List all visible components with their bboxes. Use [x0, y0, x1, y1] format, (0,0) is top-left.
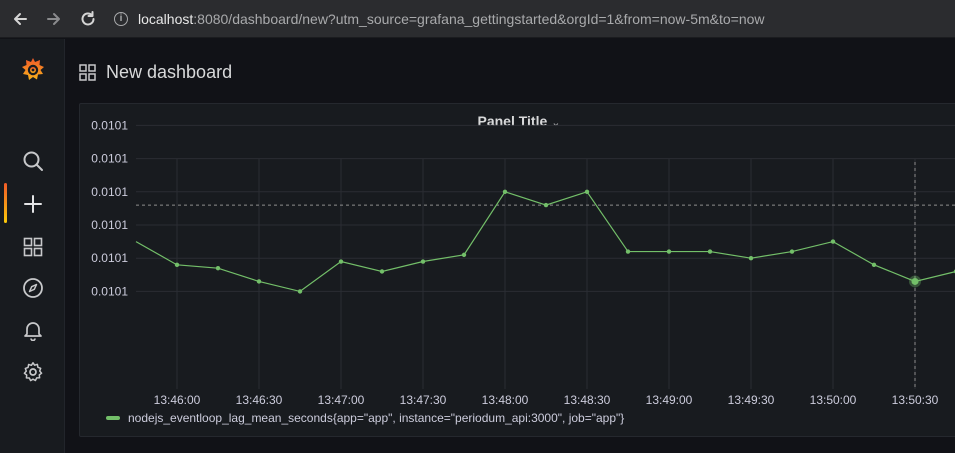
data-point [461, 252, 467, 258]
data-point [789, 249, 795, 254]
chart-area[interactable]: 0.0101 0.0101 0.0101 0.0101 0.0101 0.0101 13:4… [80, 104, 955, 404]
sidebar-item-configuration[interactable] [0, 352, 65, 392]
y-tick-label: 0.0101 [91, 218, 128, 232]
data-point [748, 256, 754, 261]
legend[interactable]: nodejs_eventloop_lag_mean_seconds{app="a… [106, 411, 624, 425]
page-title[interactable]: New dashboard [106, 62, 232, 83]
x-tick-label: 13:49:00 [646, 393, 693, 404]
legend-series-name: nodejs_eventloop_lag_mean_seconds{app="a… [128, 411, 625, 425]
sidebar-item-alerting[interactable] [0, 310, 65, 350]
x-tick-label: 13:50:00 [810, 393, 857, 404]
sidebar [0, 39, 65, 453]
info-icon[interactable]: i [114, 11, 128, 26]
data-point [420, 259, 426, 264]
grafana-logo[interactable] [0, 50, 65, 90]
forward-button[interactable] [40, 5, 68, 33]
reload-button[interactable] [74, 5, 102, 33]
data-point [338, 259, 344, 264]
sidebar-item-explore[interactable] [0, 268, 65, 308]
data-point [707, 249, 713, 254]
plus-icon [23, 195, 42, 213]
gear-icon [23, 362, 42, 382]
graph-panel: Panel Title ⌄ 0.0101 0.0101 0.0101 0.0101 0.0… [79, 103, 955, 437]
y-tick-label: 0.0101 [91, 251, 128, 265]
arrow-right-icon [47, 12, 60, 25]
x-tick-label: 13:46:30 [236, 393, 283, 404]
x-tick-label: 13:46:00 [154, 393, 201, 404]
url-host: localhost [138, 10, 194, 27]
sidebar-item-dashboards[interactable] [0, 227, 65, 267]
data-point [543, 202, 549, 208]
arrow-left-icon [14, 12, 27, 25]
dashboard-grid-icon [79, 63, 96, 81]
compass-icon [22, 278, 43, 298]
bell-icon [23, 322, 42, 341]
data-point [502, 189, 508, 194]
dashboard-header: New dashboard [79, 58, 232, 86]
address-bar[interactable]: i localhost:8080/dashboard/new?utm_sourc… [114, 0, 765, 38]
data-point [666, 249, 672, 254]
url-path: :8080/dashboard/new?utm_source=grafana_g… [193, 10, 765, 27]
data-point [584, 189, 590, 194]
grafana-logo-icon [21, 58, 44, 80]
x-tick-label: 13:47:30 [400, 393, 447, 404]
data-point [297, 289, 303, 294]
grid-icon [23, 237, 42, 257]
y-tick-label: 0.0101 [91, 185, 128, 199]
legend-swatch [106, 416, 120, 420]
y-tick-label: 0.0101 [91, 152, 128, 166]
browser-toolbar: i localhost:8080/dashboard/new?utm_sourc… [0, 0, 955, 38]
reload-icon [81, 10, 95, 25]
data-point [625, 249, 631, 254]
data-point [215, 265, 221, 271]
data-point [256, 279, 262, 284]
x-tick-label: 13:48:00 [482, 393, 529, 404]
x-tick-label: 13:48:30 [564, 393, 611, 404]
x-tick-label: 13:50:30 [892, 393, 939, 404]
sidebar-item-create[interactable] [0, 184, 65, 224]
search-icon [23, 151, 43, 171]
data-point [379, 269, 385, 274]
y-tick-label: 0.0101 [91, 284, 128, 298]
data-point [174, 262, 180, 268]
data-point [871, 262, 877, 268]
x-tick-label: 13:49:30 [728, 393, 775, 404]
data-point [830, 239, 836, 244]
hover-point [911, 277, 919, 285]
y-tick-label: 0.0101 [91, 118, 128, 132]
sidebar-item-search[interactable] [0, 141, 65, 181]
x-tick-label: 13:47:00 [318, 393, 365, 404]
back-button[interactable] [6, 5, 34, 33]
